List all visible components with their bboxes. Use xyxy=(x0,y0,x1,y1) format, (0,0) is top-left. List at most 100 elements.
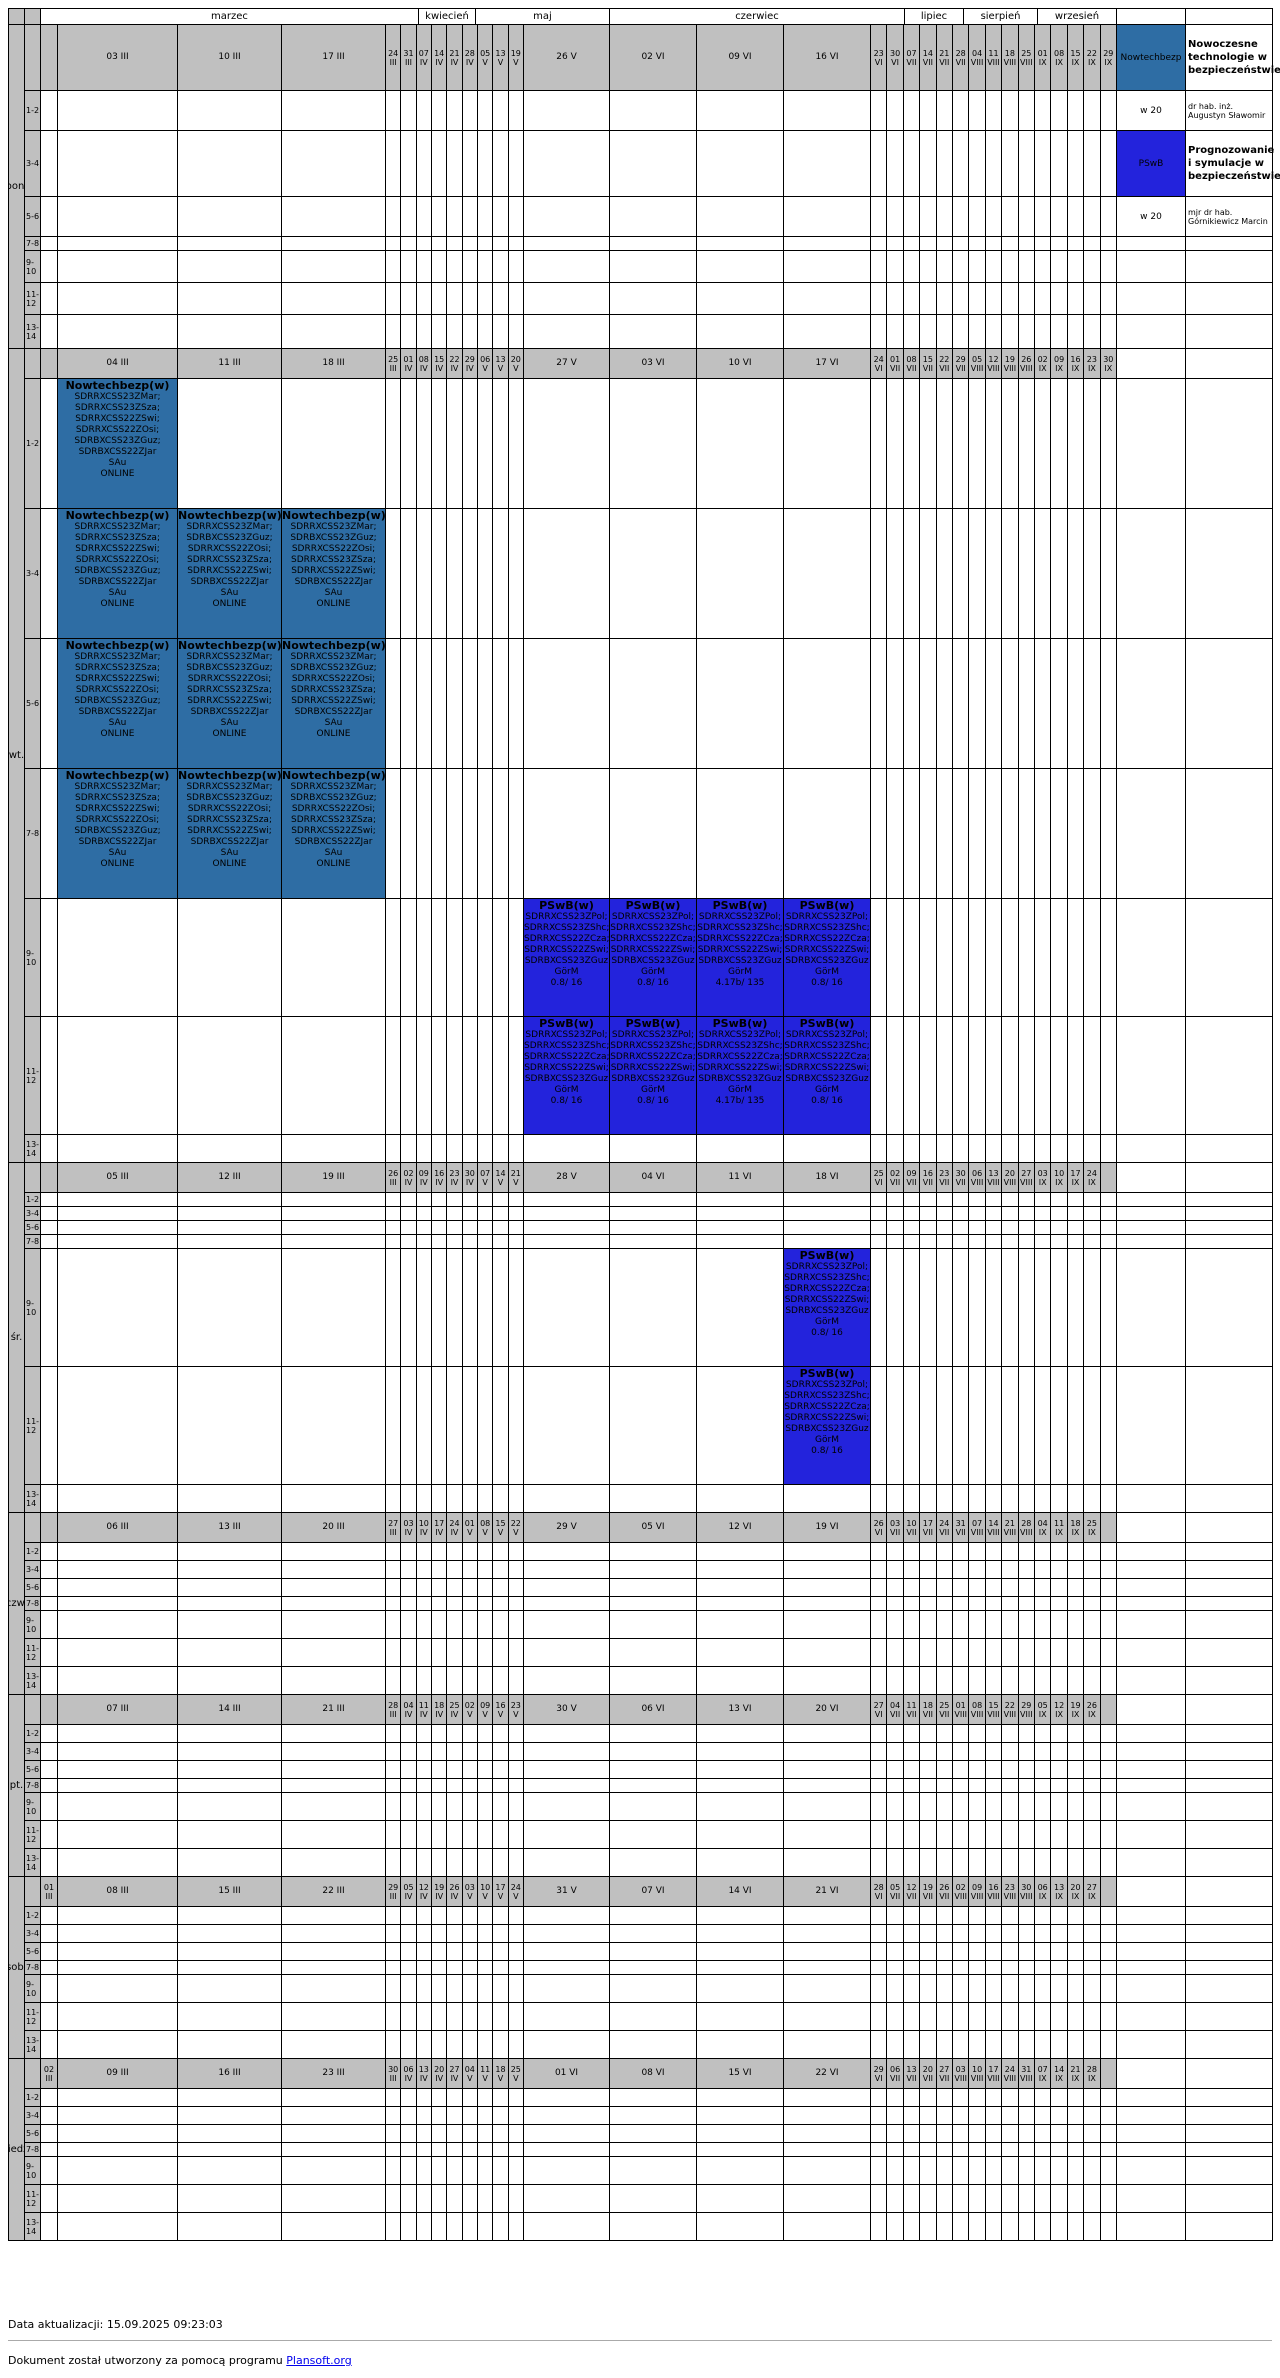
class-detail: SDRRXCSS22ZSwi; xyxy=(75,674,160,684)
class-block-nowtech[interactable]: Nowtechbezp(w) SDRRXCSS23ZMar; SDRRXCSS23Z… xyxy=(57,638,178,769)
grid-cell xyxy=(935,1848,953,1877)
plansoft-link[interactable]: Plansoft.org xyxy=(286,2354,351,2367)
legend-col-cell xyxy=(1185,1778,1273,1793)
grid-cell xyxy=(177,1942,282,1961)
grid-cell xyxy=(886,2142,904,2157)
grid-cell xyxy=(415,1234,432,1249)
date-header: 30 IV xyxy=(461,1162,478,1193)
date-header: 24 VI xyxy=(870,348,888,379)
date-header: 03 IX xyxy=(1034,1162,1052,1193)
legend-col-cell xyxy=(1116,1820,1186,1849)
grid-cell xyxy=(507,898,524,1017)
grid-cell xyxy=(1034,1484,1052,1513)
legend-col-cell xyxy=(1185,1974,1273,2003)
grid-cell xyxy=(477,1778,494,1793)
class-detail: SDRRXCSS23ZShc; xyxy=(784,923,870,933)
grid-cell xyxy=(783,250,871,283)
date-header: 05 IV xyxy=(400,1876,417,1907)
grid-cell xyxy=(984,236,1003,251)
grid-cell xyxy=(1017,1484,1035,1513)
class-block-nowtech[interactable]: Nowtechbezp(w) SDRRXCSS23ZMar; SDRRXCSS23Z… xyxy=(57,508,178,639)
class-block-pswb[interactable]: PSwB(w) SDRRXCSS23ZPol; SDRRXCSS23ZShc; SDR… xyxy=(609,1016,697,1135)
date-header: 07 III xyxy=(57,1694,178,1725)
class-block-nowtech[interactable]: Nowtechbezp(w) SDRRXCSS23ZMar; SDRRXCSS23Z… xyxy=(57,378,178,509)
date-header: 28 V xyxy=(523,1162,610,1193)
grid-cell xyxy=(400,2030,417,2059)
class-detail: SDRBXCSS23ZGuz xyxy=(611,956,695,966)
grid-cell xyxy=(1001,1542,1019,1561)
date-header: 22 IX xyxy=(1083,24,1101,91)
class-block-nowtech[interactable]: Nowtechbezp(w) SDRRXCSS23ZMar; SDRBXCSS23Z… xyxy=(177,768,282,899)
grid-cell xyxy=(984,1610,1003,1639)
grid-cell xyxy=(431,1974,448,2003)
grid-cell xyxy=(1083,2156,1101,2185)
grid-cell xyxy=(968,1906,986,1925)
grid-cell xyxy=(1034,1906,1052,1925)
class-block-pswb[interactable]: PSwB(w) SDRRXCSS23ZPol; SDRRXCSS23ZShc; SDR… xyxy=(523,1016,610,1135)
grid-cell xyxy=(40,2002,58,2031)
grid-cell xyxy=(1083,1960,1101,1975)
legend-col-cell xyxy=(1116,1248,1186,1367)
grid-cell xyxy=(385,1974,402,2003)
class-block-nowtech[interactable]: Nowtechbezp(w) SDRRXCSS23ZMar; SDRBXCSS23Z… xyxy=(281,508,386,639)
grid-cell xyxy=(984,1560,1003,1579)
grid-cell xyxy=(609,1724,697,1743)
grid-cell xyxy=(870,2106,888,2125)
grid-cell xyxy=(1099,2142,1117,2157)
grid-cell xyxy=(1099,1578,1117,1597)
grid-cell xyxy=(1034,1560,1052,1579)
grid-cell xyxy=(281,2124,386,2143)
class-block-pswb[interactable]: PSwB(w) SDRRXCSS23ZPol; SDRRXCSS23ZShc; SDR… xyxy=(696,898,784,1017)
grid-cell xyxy=(281,1366,386,1485)
grid-cell xyxy=(461,2002,478,2031)
grid-cell xyxy=(523,1192,610,1207)
grid-cell xyxy=(40,282,58,315)
grid-cell xyxy=(984,1906,1003,1925)
grid-cell xyxy=(1001,2030,1019,2059)
class-block-nowtech[interactable]: Nowtechbezp(w) SDRRXCSS23ZMar; SDRBXCSS23Z… xyxy=(177,638,282,769)
date-header: 23 V xyxy=(507,1694,524,1725)
grid-cell xyxy=(461,2106,478,2125)
grid-cell xyxy=(57,1742,178,1761)
class-block-pswb[interactable]: PSwB(w) SDRRXCSS23ZPol; SDRRXCSS23ZShc; SDR… xyxy=(696,1016,784,1135)
grid-cell xyxy=(1050,898,1068,1017)
class-block-pswb[interactable]: PSwB(w) SDRRXCSS23ZPol; SDRRXCSS23ZShc; SDR… xyxy=(783,1248,871,1367)
grid-cell xyxy=(507,378,524,509)
grid-cell xyxy=(870,314,888,349)
class-block-nowtech[interactable]: Nowtechbezp(w) SDRRXCSS23ZMar; SDRRXCSS23Z… xyxy=(57,768,178,899)
class-block-pswb[interactable]: PSwB(w) SDRRXCSS23ZPol; SDRRXCSS23ZShc; SDR… xyxy=(783,898,871,1017)
grid-cell xyxy=(968,282,986,315)
grid-cell xyxy=(40,1742,58,1761)
class-block-nowtech[interactable]: Nowtechbezp(w) SDRRXCSS23ZMar; SDRBXCSS23Z… xyxy=(177,508,282,639)
grid-cell xyxy=(696,1638,784,1667)
date-header: 27 III xyxy=(385,1512,402,1543)
class-block-pswb[interactable]: PSwB(w) SDRRXCSS23ZPol; SDRRXCSS23ZShc; SDR… xyxy=(523,898,610,1017)
class-block-pswb[interactable]: PSwB(w) SDRRXCSS23ZPol; SDRRXCSS23ZShc; SDR… xyxy=(609,898,697,1017)
grid-cell xyxy=(477,1924,494,1943)
grid-cell xyxy=(1017,1906,1035,1925)
class-block-pswb[interactable]: PSwB(w) SDRRXCSS23ZPol; SDRRXCSS23ZShc; SDR… xyxy=(783,1016,871,1135)
grid-cell xyxy=(281,1820,386,1849)
class-block-nowtech[interactable]: Nowtechbezp(w) SDRRXCSS23ZMar; SDRBXCSS23Z… xyxy=(281,638,386,769)
grid-cell xyxy=(1099,2030,1117,2059)
date-header: 07 IX xyxy=(1034,2058,1052,2089)
grid-cell xyxy=(177,898,282,1017)
grid-cell xyxy=(1017,1792,1035,1821)
class-detail: SDRBXCSS22ZJar xyxy=(190,837,269,847)
grid-cell xyxy=(1066,1366,1085,1485)
grid-cell xyxy=(1099,1220,1117,1235)
grid-cell xyxy=(783,1638,871,1667)
grid-cell xyxy=(935,314,953,349)
grid-cell xyxy=(1083,1610,1101,1639)
grid-cell xyxy=(1066,2142,1085,2157)
date-header: 26 VII xyxy=(935,1876,953,1907)
grid-cell xyxy=(431,1610,448,1639)
grid-cell xyxy=(919,1792,937,1821)
day-label: wt. xyxy=(8,348,25,1163)
grid-cell xyxy=(415,768,432,899)
class-block-nowtech[interactable]: Nowtechbezp(w) SDRRXCSS23ZMar; SDRBXCSS23Z… xyxy=(281,768,386,899)
legend-col-cell xyxy=(1116,2212,1186,2241)
class-block-pswb[interactable]: PSwB(w) SDRRXCSS23ZPol; SDRRXCSS23ZShc; SDR… xyxy=(783,1366,871,1485)
grid-cell xyxy=(477,1220,494,1235)
date-header: 29 V xyxy=(523,1512,610,1543)
